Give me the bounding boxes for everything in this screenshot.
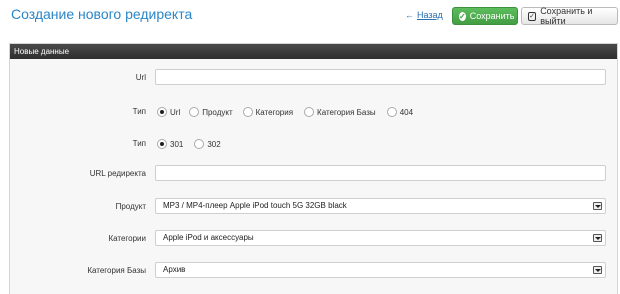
form-panel: Новые данные Url Тип Url Продукт Категор… xyxy=(9,43,618,294)
type-option-label: Категория Базы xyxy=(317,107,376,117)
type-option-base-category[interactable]: Категория Базы xyxy=(304,107,376,117)
base-category-select-value: Архив xyxy=(163,265,186,274)
type-option-label: 404 xyxy=(399,107,414,117)
chevron-down-icon xyxy=(593,202,602,210)
code-type-label: Тип xyxy=(132,139,146,148)
type-label: Тип xyxy=(132,107,146,116)
type-option-label: Продукт xyxy=(202,107,233,117)
redirect-url-input[interactable] xyxy=(155,165,606,181)
url-label: Url xyxy=(135,73,146,82)
radio-icon xyxy=(242,107,253,117)
base-category-select[interactable]: Архив xyxy=(155,262,606,278)
page-title: Создание нового редиректа xyxy=(11,6,193,22)
code-option-label: 301 xyxy=(170,139,184,149)
panel-title: Новые данные xyxy=(10,44,617,59)
radio-checked-icon xyxy=(157,107,167,117)
back-link-label: Назад xyxy=(417,10,443,20)
chevron-down-icon xyxy=(593,266,602,274)
type-option-category[interactable]: Категория xyxy=(242,107,294,117)
save-button-label: Сохранить xyxy=(469,11,515,21)
category-select-value: Apple iPod и аксессуары xyxy=(163,233,254,242)
radio-icon xyxy=(386,107,397,117)
type-option-label: Url xyxy=(170,107,181,117)
type-option-label: Категория xyxy=(255,107,294,117)
save-and-exit-button[interactable]: ✓ Сохранить и выйти xyxy=(521,6,618,26)
save-button[interactable]: ✓ Сохранить xyxy=(452,7,518,25)
radio-checked-icon xyxy=(157,139,167,149)
product-select-value: MP3 / MP4-плеер Apple iPod touch 5G 32GB… xyxy=(163,201,347,210)
type-radio-group: Url Продукт Категория Категория Базы 404 xyxy=(157,107,413,117)
category-label: Категории xyxy=(108,234,146,243)
arrow-left-icon: ← xyxy=(405,10,414,20)
radio-icon xyxy=(304,107,315,117)
type-option-404[interactable]: 404 xyxy=(386,107,414,117)
chevron-down-icon xyxy=(593,234,602,242)
save-and-exit-label: Сохранить и выйти xyxy=(540,6,593,26)
radio-icon xyxy=(194,139,205,149)
redirect-url-label: URL редиректа xyxy=(89,169,146,178)
code-radio-group: 301 302 xyxy=(157,139,221,149)
type-option-url[interactable]: Url xyxy=(157,107,180,117)
code-option-301[interactable]: 301 xyxy=(157,139,183,149)
category-select[interactable]: Apple iPod и аксессуары xyxy=(155,230,606,246)
back-link[interactable]: ← Назад xyxy=(405,10,443,20)
check-circle-icon: ✓ xyxy=(459,11,466,21)
code-option-302[interactable]: 302 xyxy=(194,139,221,149)
check-square-icon: ✓ xyxy=(528,11,537,21)
product-label: Продукт xyxy=(115,202,146,211)
type-option-product[interactable]: Продукт xyxy=(189,107,233,117)
product-select[interactable]: MP3 / MP4-плеер Apple iPod touch 5G 32GB… xyxy=(155,198,606,214)
code-option-label: 302 xyxy=(207,139,221,149)
radio-icon xyxy=(189,107,200,117)
url-input[interactable] xyxy=(155,69,606,85)
page-header: Создание нового редиректа ← Назад ✓ Сохра… xyxy=(0,0,620,34)
base-category-label: Категория Базы xyxy=(87,266,146,275)
